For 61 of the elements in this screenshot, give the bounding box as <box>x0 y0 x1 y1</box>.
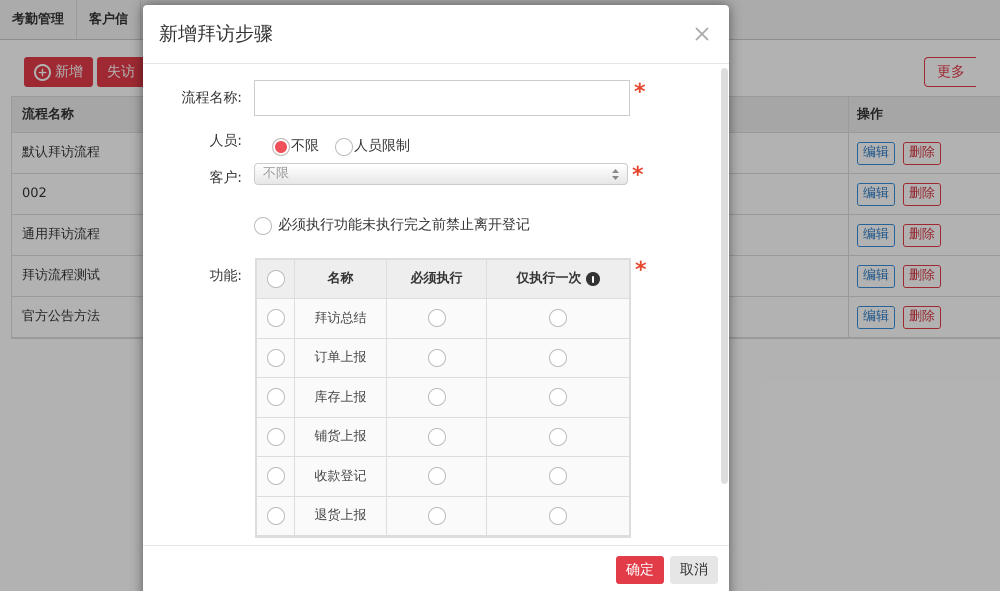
required-mark: * <box>635 260 647 282</box>
table-cell: 退货上报 <box>295 496 387 535</box>
delete-button[interactable]: 删除 <box>903 224 941 246</box>
once-radio[interactable] <box>549 388 567 406</box>
once-radio[interactable] <box>549 309 567 328</box>
table-cell: 订单上报 <box>295 338 387 377</box>
sort-arrows-icon <box>612 168 619 180</box>
toolbar-button[interactable]: 失访 <box>97 57 145 87</box>
once-radio[interactable] <box>549 348 567 367</box>
row-radio[interactable] <box>266 388 284 406</box>
radio-button[interactable] <box>272 138 290 156</box>
field-label: 人员: <box>208 132 242 151</box>
table-cell: 铺货上报 <box>295 418 387 456</box>
edit-button[interactable]: 编辑 <box>857 142 895 164</box>
more-button[interactable]: 更多 <box>924 57 976 87</box>
delete-button[interactable]: 删除 <box>903 182 941 206</box>
table-cell: 库存上报 <box>295 378 387 416</box>
edit-button[interactable]: 编辑 <box>857 264 895 288</box>
column-header: 操作 <box>856 106 884 124</box>
field-label: 功能: <box>208 267 242 286</box>
once-radio[interactable] <box>549 428 567 446</box>
edit-button[interactable]: 编辑 <box>857 306 895 328</box>
option-radio[interactable] <box>254 216 272 234</box>
row-radio[interactable] <box>266 348 284 367</box>
nav-tab[interactable]: 考勤管理 <box>0 0 77 39</box>
select-all-radio[interactable] <box>266 270 284 288</box>
add-button[interactable]: 新增 <box>24 57 93 87</box>
required-radio[interactable] <box>428 309 446 328</box>
name-input[interactable] <box>254 80 630 116</box>
customer-select[interactable]: 不限 <box>254 163 628 185</box>
option-label[interactable]: 必须执行功能未执行完之前禁止离开登记 <box>278 215 530 236</box>
edit-button[interactable]: 编辑 <box>857 224 895 246</box>
delete-button[interactable]: 删除 <box>903 264 941 288</box>
confirm-button[interactable]: 确定 <box>616 556 664 584</box>
required-radio[interactable] <box>428 348 446 367</box>
scrollbar[interactable] <box>721 68 728 484</box>
row-radio[interactable] <box>266 467 284 486</box>
row-radio[interactable] <box>266 428 284 446</box>
delete-button[interactable]: 删除 <box>903 142 941 164</box>
column-header: 仅执行一次 <box>516 270 582 288</box>
option-label[interactable]: 人员限制 <box>354 136 410 157</box>
required-radio[interactable] <box>428 428 446 446</box>
row-radio[interactable] <box>266 309 284 328</box>
column-header: 必须执行 <box>387 260 487 298</box>
info-icon <box>586 272 600 286</box>
once-radio[interactable] <box>549 467 567 486</box>
cancel-button[interactable]: 取消 <box>670 556 718 584</box>
required-radio[interactable] <box>428 467 446 486</box>
table-cell: 收款登记 <box>295 457 387 496</box>
option-label[interactable]: 不限 <box>291 136 319 157</box>
edit-button[interactable]: 编辑 <box>857 182 895 206</box>
dialog-title: 新增拜访步骤 <box>159 22 273 47</box>
required-radio[interactable] <box>428 506 446 525</box>
nav-tab[interactable]: 客户信 <box>77 0 141 39</box>
column-header: 名称 <box>295 260 387 298</box>
radio-button[interactable] <box>335 138 353 156</box>
row-radio[interactable] <box>266 506 284 525</box>
required-radio[interactable] <box>428 388 446 406</box>
once-radio[interactable] <box>549 506 567 525</box>
table-cell: 拜访总结 <box>295 299 387 338</box>
delete-button[interactable]: 删除 <box>903 306 941 328</box>
